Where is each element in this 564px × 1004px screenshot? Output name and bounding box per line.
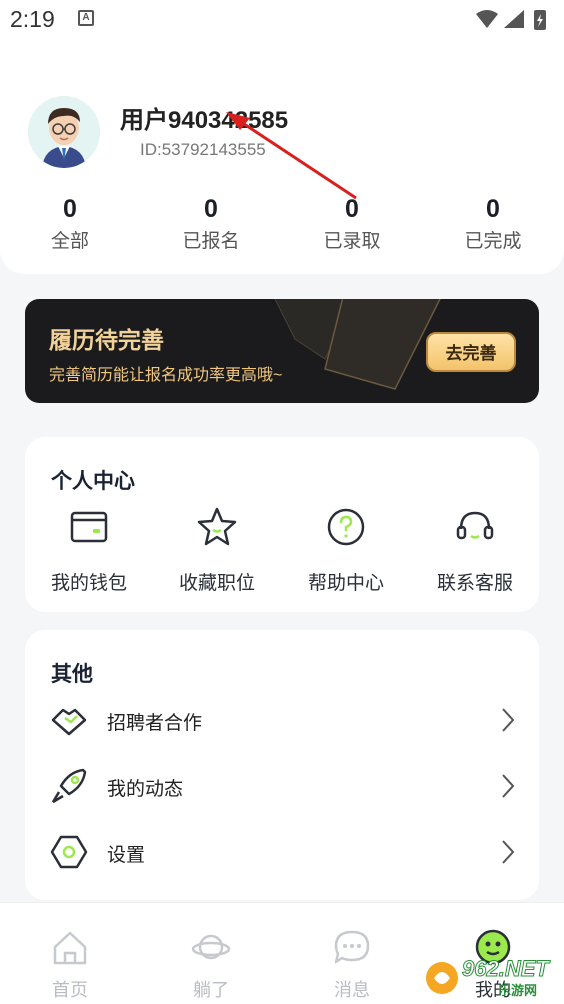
- tab-messages[interactable]: 消息: [312, 927, 392, 1002]
- notification-icon: A: [78, 10, 94, 26]
- stat-all[interactable]: 0 全部: [15, 194, 125, 253]
- tab-lie-flat[interactable]: 躺了: [171, 927, 251, 1002]
- stat-label: 已完成: [464, 231, 522, 252]
- chevron-right-icon: [502, 840, 515, 864]
- stat-count: 0: [345, 195, 359, 223]
- wifi-icon: [476, 10, 498, 28]
- profile-card: 用户940342585 ID:53792143555 0 全部 0 已报名 0 …: [0, 40, 564, 274]
- tab-label: 消息: [334, 980, 370, 1000]
- stat-label: 已录取: [323, 231, 381, 252]
- stat-count: 0: [486, 195, 500, 223]
- stat-registered[interactable]: 0 已报名: [156, 194, 266, 253]
- help-center-button[interactable]: 帮助中心: [296, 505, 396, 595]
- my-activity-item[interactable]: 我的动态: [25, 756, 539, 816]
- favorite-jobs-button[interactable]: 收藏职位: [167, 505, 267, 595]
- personal-center-card: 个人中心 我的钱包 收藏职位 帮助中心 联系客服: [25, 437, 539, 612]
- resume-banner[interactable]: 履历待完善 完善简历能让报名成功率更高哦~ 去完善: [25, 299, 539, 403]
- tab-label: 首页: [52, 980, 88, 1000]
- grid-label: 我的钱包: [50, 573, 127, 594]
- stat-count: 0: [63, 195, 77, 223]
- tab-label: 躺了: [193, 980, 229, 1000]
- row-label: 招聘者合作: [107, 713, 203, 734]
- banner-title: 履历待完善: [49, 327, 164, 353]
- watermark-text: 962.NET: [462, 956, 550, 982]
- application-stats: 0 全部 0 已报名 0 已录取 0 已完成: [0, 194, 564, 258]
- signal-icon: [504, 10, 524, 28]
- rocket-icon: [51, 768, 87, 804]
- customer-service-button[interactable]: 联系客服: [425, 505, 525, 595]
- stat-label: 已报名: [182, 231, 240, 252]
- wallet-icon: [70, 511, 108, 543]
- row-label: 我的动态: [107, 779, 184, 800]
- status-bar: 2:19 A: [0, 0, 564, 40]
- section-title: 个人中心: [51, 470, 135, 493]
- planet-icon: [191, 934, 231, 960]
- avatar[interactable]: [28, 96, 100, 168]
- stat-label: 全部: [50, 231, 89, 252]
- watermark: 962.NET 乐游网: [424, 956, 564, 1000]
- row-label: 设置: [107, 845, 146, 866]
- banner-decoration: [274, 299, 441, 390]
- avatar-image: [28, 96, 100, 168]
- grid-label: 帮助中心: [307, 573, 384, 594]
- settings-icon: [50, 835, 88, 869]
- stat-admitted[interactable]: 0 已录取: [297, 194, 407, 253]
- system-status-icons: [476, 10, 546, 30]
- chevron-right-icon: [502, 708, 515, 732]
- stat-completed[interactable]: 0 已完成: [438, 194, 548, 253]
- complete-resume-button[interactable]: 去完善: [426, 332, 516, 372]
- other-card: 其他 招聘者合作 我的动态 设置: [25, 630, 539, 900]
- status-time: 2:19: [10, 6, 55, 32]
- star-icon: [197, 507, 237, 546]
- home-icon: [53, 931, 87, 965]
- chevron-right-icon: [502, 774, 515, 798]
- help-icon: [327, 508, 365, 546]
- watermark-logo-icon: [426, 962, 458, 994]
- wallet-button[interactable]: 我的钱包: [39, 505, 139, 595]
- grid-label: 收藏职位: [178, 573, 255, 594]
- recruiter-cooperation-item[interactable]: 招聘者合作: [25, 690, 539, 750]
- chat-icon: [334, 930, 370, 964]
- stat-count: 0: [204, 195, 218, 223]
- settings-item[interactable]: 设置: [25, 822, 539, 882]
- handshake-icon: [51, 708, 87, 736]
- headset-icon: [456, 511, 494, 540]
- banner-subtitle: 完善简历能让报名成功率更高哦~: [49, 367, 283, 384]
- section-title: 其他: [51, 663, 93, 686]
- watermark-subtext: 乐游网: [498, 983, 538, 998]
- grid-label: 联系客服: [436, 573, 513, 594]
- tab-home[interactable]: 首页: [30, 927, 110, 1002]
